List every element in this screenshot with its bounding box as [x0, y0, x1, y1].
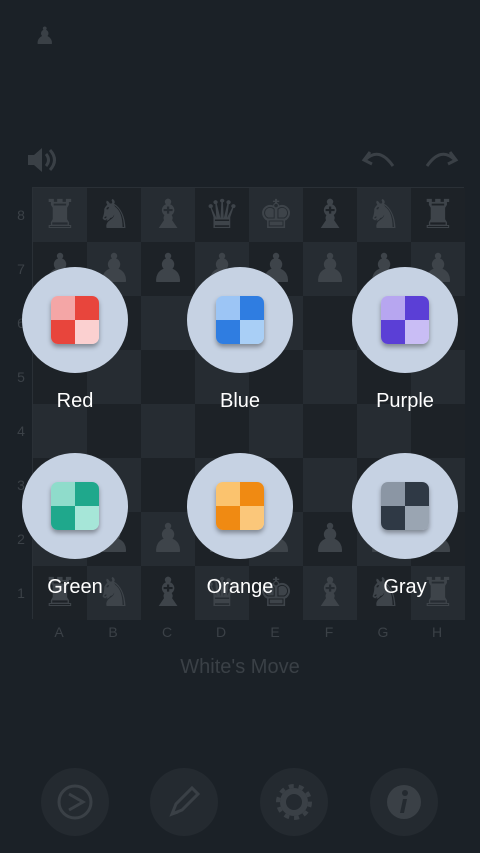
color-swatch-icon — [381, 296, 429, 344]
chess-piece[interactable]: ♟ — [303, 242, 357, 296]
turn-status: White's Move — [180, 656, 300, 678]
chess-piece[interactable]: ♜ — [411, 188, 465, 242]
chess-piece[interactable]: ♞ — [87, 188, 141, 242]
redo-button[interactable] — [424, 146, 460, 174]
redo-icon — [425, 151, 459, 167]
color-option-label[interactable]: Purple — [335, 390, 475, 413]
sound-button[interactable] — [24, 142, 60, 178]
info-button[interactable] — [370, 768, 438, 836]
info-icon — [387, 785, 421, 819]
file-label: A — [54, 624, 64, 640]
color-option-label[interactable]: Gray — [335, 576, 475, 599]
rank-label: 7 — [17, 261, 25, 277]
color-option-label[interactable]: Orange — [170, 576, 310, 599]
play-button[interactable] — [41, 768, 109, 836]
color-swatch-icon — [216, 296, 264, 344]
color-option-gray[interactable] — [352, 453, 458, 559]
file-label: E — [270, 624, 280, 640]
file-label: C — [161, 624, 173, 640]
file-label: B — [108, 624, 118, 640]
rank-label: 2 — [17, 531, 25, 547]
chess-piece[interactable]: ♟ — [141, 512, 195, 566]
color-swatch-icon — [216, 482, 264, 530]
chess-piece[interactable]: ♝ — [141, 188, 195, 242]
app-logo: ♟ — [22, 22, 68, 64]
color-option-red[interactable] — [22, 267, 128, 373]
file-label: G — [377, 624, 389, 640]
chess-piece[interactable]: ♞ — [357, 188, 411, 242]
app-root: ♟ ♜♞♝♛♚♝♞♜♟♟♟♟♟♟♟♟♟♟♟♟♟♟♟♟♜♞♝♛♚♝♞♜ 87654… — [0, 0, 480, 853]
color-swatch-icon — [51, 296, 99, 344]
chess-piece[interactable]: ♛ — [195, 188, 249, 242]
chess-piece[interactable]: ♜ — [33, 188, 87, 242]
chess-piece[interactable]: ♚ — [249, 188, 303, 242]
color-swatch-icon — [51, 482, 99, 530]
color-option-purple[interactable] — [352, 267, 458, 373]
rank-label: 4 — [17, 423, 25, 439]
edit-button[interactable] — [150, 768, 218, 836]
pawn-icon: ♟ — [34, 23, 56, 50]
chess-piece[interactable]: ♝ — [303, 188, 357, 242]
board-square[interactable] — [303, 296, 357, 350]
color-option-green[interactable] — [22, 453, 128, 559]
color-option-label[interactable]: Green — [5, 576, 145, 599]
file-label: H — [431, 624, 443, 640]
pencil-icon — [169, 785, 201, 817]
color-option-blue[interactable] — [187, 267, 293, 373]
chess-piece[interactable]: ♟ — [141, 242, 195, 296]
gear-icon — [276, 784, 312, 820]
rank-label: 8 — [17, 207, 25, 223]
play-icon — [57, 784, 93, 820]
color-option-label[interactable]: Red — [5, 390, 145, 413]
color-swatch-icon — [381, 482, 429, 530]
rank-label: 5 — [17, 369, 25, 385]
undo-icon — [361, 151, 395, 167]
speaker-icon — [28, 148, 56, 172]
undo-button[interactable] — [360, 146, 396, 174]
color-option-orange[interactable] — [187, 453, 293, 559]
file-label: D — [215, 624, 227, 640]
settings-button[interactable] — [260, 768, 328, 836]
chess-piece[interactable]: ♟ — [303, 512, 357, 566]
file-label: F — [324, 624, 334, 640]
color-option-label[interactable]: Blue — [170, 390, 310, 413]
board-square[interactable] — [303, 458, 357, 512]
